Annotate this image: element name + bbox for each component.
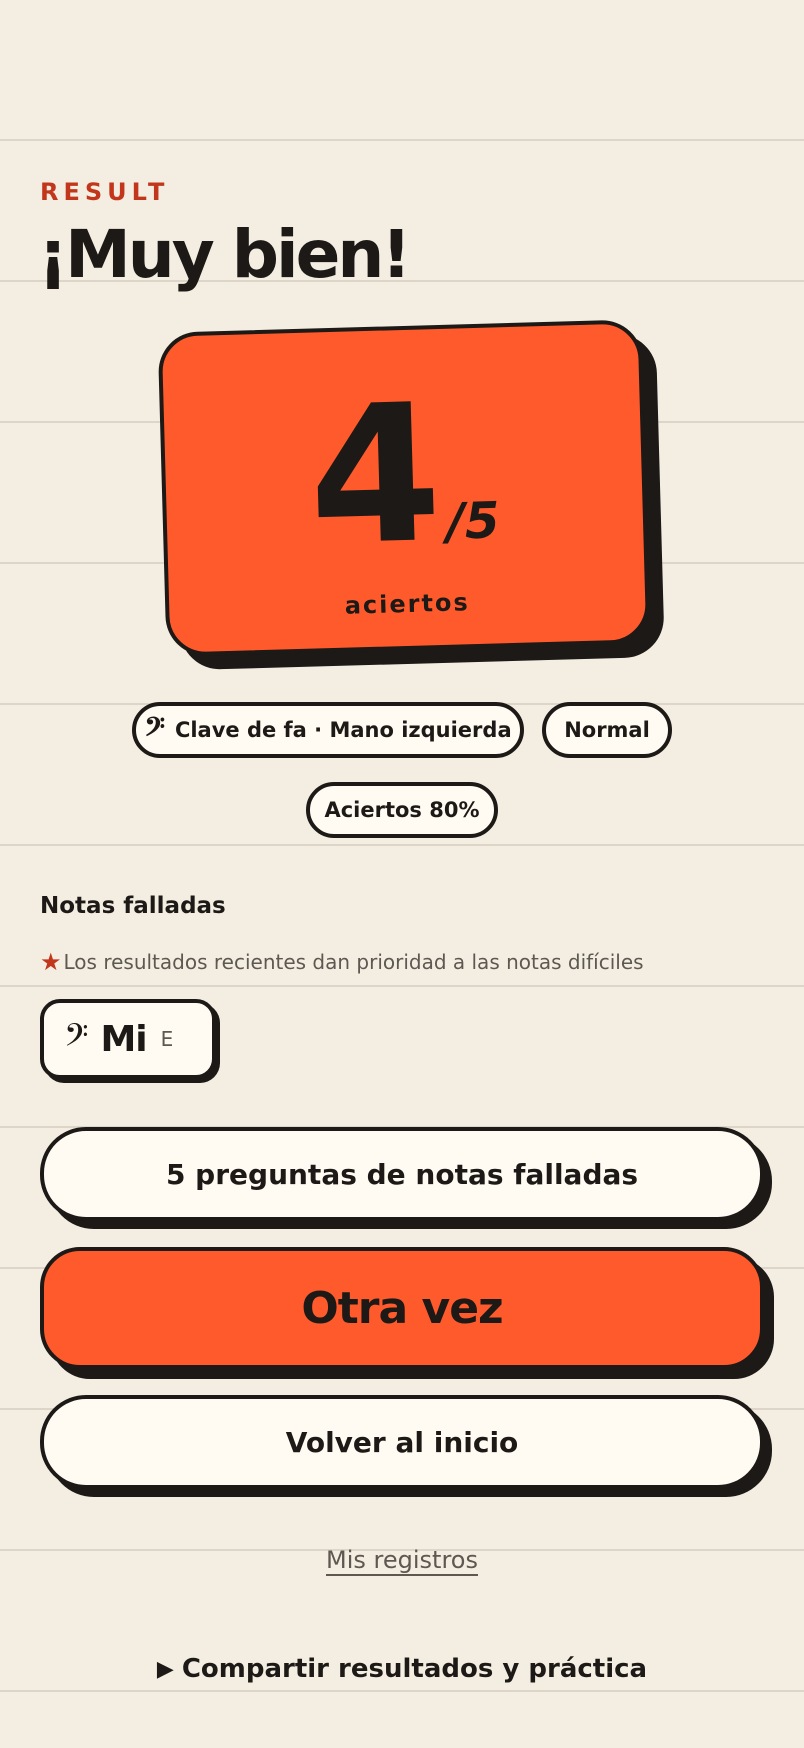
retry-button[interactable]: Otra vez [40,1247,764,1369]
page-title: ¡Muy bien! [38,216,411,293]
bass-clef-icon: 𝄢 [64,1017,89,1061]
records-link-wrap: Mis registros [0,1546,804,1574]
home-button[interactable]: Volver al inicio [40,1395,764,1489]
accuracy-label: Aciertos 80% [324,798,480,822]
missed-note-chip: 𝄢 Mi E [40,999,216,1079]
practice-missed-button[interactable]: 5 preguntas de notas falladas [40,1127,764,1221]
score-total: /5 [445,491,501,551]
clef-mode-label: Clave de fa · Mano izquierda [174,718,512,742]
play-icon: ▶ [156,1656,174,1682]
result-eyebrow: RESULT [40,178,170,206]
share-label: Compartir resultados y práctica [181,1654,648,1684]
score-card: 4 /5 aciertos [157,319,651,657]
missed-notes-title: Notas falladas [40,893,226,919]
accuracy-chip: Aciertos 80% [306,782,498,838]
clef-mode-chip: 𝄢 Clave de fa · Mano izquierda [132,702,524,758]
score-correct: 4 [305,363,439,588]
hint-text: Los resultados recientes dan prioridad a… [63,950,644,974]
records-link[interactable]: Mis registros [326,1546,478,1574]
score-row: 4 /5 [163,363,644,588]
note-name: Mi [100,1018,147,1060]
star-icon: ★ [40,948,62,976]
share-button[interactable]: ▶ Compartir resultados y práctica [0,1654,804,1684]
difficulty-label: Normal [564,718,650,742]
difficulty-chip: Normal [542,702,672,758]
note-letter: E [160,1027,174,1051]
bass-clef-icon: 𝄢 [144,711,165,749]
score-caption: aciertos [344,588,471,620]
missed-notes-hint: ★ Los resultados recientes dan prioridad… [40,948,644,976]
